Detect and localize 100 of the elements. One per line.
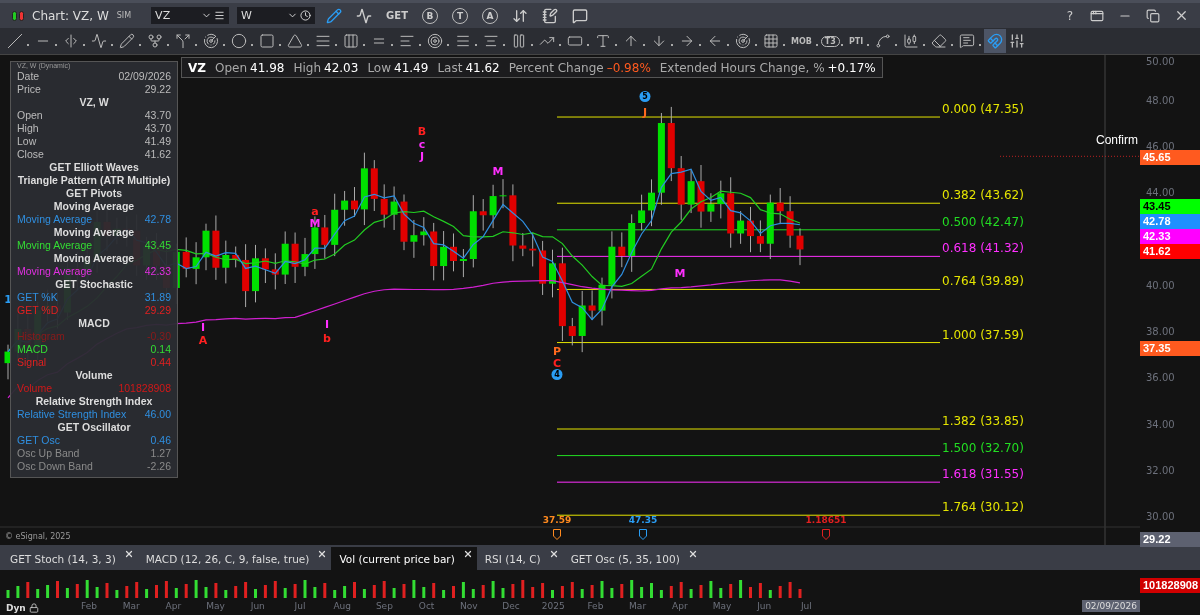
quote-label: Open (215, 60, 248, 75)
data-section-title: Moving Average (52, 252, 136, 265)
fibonacci-level-label: 0.764 (39.89) (942, 274, 1024, 289)
data-section-title: Triangle Pattern (ATR Multiple) (17, 174, 171, 187)
time-axis-label: Mar (629, 601, 647, 611)
data-label: Histogram (17, 330, 65, 343)
time-axis-label: Oct (418, 601, 435, 611)
data-section-title: GET Stochastic (54, 278, 134, 291)
data-value: 29.22 (144, 83, 171, 96)
quote-value: 42.03 (324, 60, 359, 75)
wave-label: 1 (4, 293, 12, 306)
price-tick: 46.00 (1146, 141, 1175, 153)
data-value: 43.70 (144, 122, 171, 135)
data-section-title: VZ, W (78, 96, 110, 109)
data-label: Open (17, 109, 43, 122)
time-axis-label: Feb (587, 601, 604, 611)
quote-value: 41.62 (465, 60, 500, 75)
data-label: GET %K (17, 291, 58, 304)
price-tag: 45.65 (1140, 150, 1200, 165)
wave-count-badge: 5 (639, 91, 651, 102)
symbol-field[interactable]: VZ (151, 7, 230, 24)
data-value: 31.89 (144, 291, 171, 304)
wave-label: c (418, 138, 426, 151)
price-tag: 29.22 (1140, 532, 1200, 547)
data-value: 41.49 (144, 135, 171, 148)
price-tag: 42.33 (1140, 229, 1200, 244)
wave-label: M (492, 165, 504, 178)
price-tick: 30.00 (1146, 510, 1175, 522)
wave-label: I (200, 321, 206, 334)
sim-label: SIM (116, 11, 132, 20)
price-tag: 41.62 (1140, 244, 1200, 259)
data-section-title: MACD (77, 317, 111, 330)
data-label: Moving Average (17, 265, 93, 278)
help-button[interactable]: ? (1060, 8, 1079, 23)
tool-button[interactable]: MOB (788, 36, 815, 46)
fibonacci-level-label: 0.618 (41.32) (942, 241, 1024, 256)
date-tag: 02/09/2026 (1082, 600, 1140, 612)
get-button[interactable]: GET (383, 10, 411, 21)
price-tick: 50.00 (1146, 56, 1175, 67)
time-axis-label: Jun (250, 601, 265, 611)
data-section-title: GET Oscillator (56, 421, 132, 434)
data-value: 0.46 (150, 434, 171, 447)
quote-value: 41.49 (394, 60, 429, 75)
data-label: MACD (17, 343, 48, 356)
marker-value: 47.35 (628, 515, 658, 525)
data-label: Low (17, 135, 37, 148)
copyright-text: © eSignal, 2025 (5, 532, 71, 541)
data-value: 0.44 (150, 356, 171, 369)
fibonacci-level-label: 0.500 (42.47) (942, 214, 1024, 229)
quote-symbol: VZ (188, 60, 206, 75)
interval-field[interactable]: W (237, 7, 316, 24)
time-axis-label: Jun (757, 601, 772, 611)
data-value: 43.70 (144, 109, 171, 122)
data-section-title: GET Elliott Waves (48, 161, 140, 174)
data-section-title: Moving Average (52, 226, 136, 239)
indicator-tab[interactable]: Vol (current price bar) (331, 547, 477, 570)
time-axis-label: Nov (460, 601, 478, 611)
time-axis-label: Apr (672, 601, 688, 611)
price-tag: 42.78 (1140, 214, 1200, 229)
data-value: 41.62 (144, 148, 171, 161)
tool-button[interactable]: PTI (845, 36, 867, 46)
time-axis-label: Apr (165, 601, 182, 611)
data-value: 1.27 (150, 447, 171, 460)
price-tick: 40.00 (1146, 279, 1175, 291)
data-value: 42.78 (144, 213, 171, 226)
data-section-title: GET Pivots (65, 187, 123, 200)
data-value: 43.45 (144, 239, 171, 252)
wave-label: B (417, 125, 427, 138)
data-value: -0.30 (147, 330, 171, 343)
time-axis-label: Aug (333, 601, 351, 611)
fibonacci-level-label: 1.618 (31.55) (942, 467, 1024, 482)
price-tag: 43.45 (1140, 199, 1200, 214)
data-value: 101828908 (118, 382, 171, 395)
marker-value: 1.18651 (805, 515, 847, 525)
price-tick: 34.00 (1146, 418, 1175, 430)
time-axis-label: Feb (81, 601, 97, 611)
data-section-title: Volume (74, 369, 114, 382)
time-axis-label: Jul (294, 601, 306, 611)
quote-label: Extended Hours Change, % (659, 60, 825, 75)
fibonacci-level-label: 1.382 (33.85) (942, 414, 1024, 428)
wave-label: a (311, 205, 319, 218)
quote-label: Last (437, 60, 463, 75)
data-label: Moving Average (17, 213, 93, 226)
quote-value: +0.17% (827, 60, 876, 75)
price-tick: 44.00 (1146, 187, 1175, 199)
fibonacci-level-label: 1.764 (30.12) (942, 500, 1024, 515)
price-tag: 37.35 (1140, 341, 1200, 356)
data-label: Osc Down Band (17, 460, 93, 473)
wave-label: P (552, 345, 562, 358)
quote-value: –0.98% (606, 60, 651, 75)
time-axis-label: Mar (122, 601, 140, 611)
price-tick: 38.00 (1146, 326, 1175, 338)
dynamic-mode-label: Dyn (6, 602, 26, 613)
data-value: 29.29 (144, 304, 171, 317)
data-section-title: Relative Strength Index (34, 395, 154, 408)
quote-label: Percent Change (508, 60, 604, 75)
data-value: 0.14 (150, 343, 171, 356)
data-label: GET Osc (17, 434, 60, 447)
time-axis-label: May (712, 601, 732, 611)
wave-label: J (642, 106, 648, 119)
